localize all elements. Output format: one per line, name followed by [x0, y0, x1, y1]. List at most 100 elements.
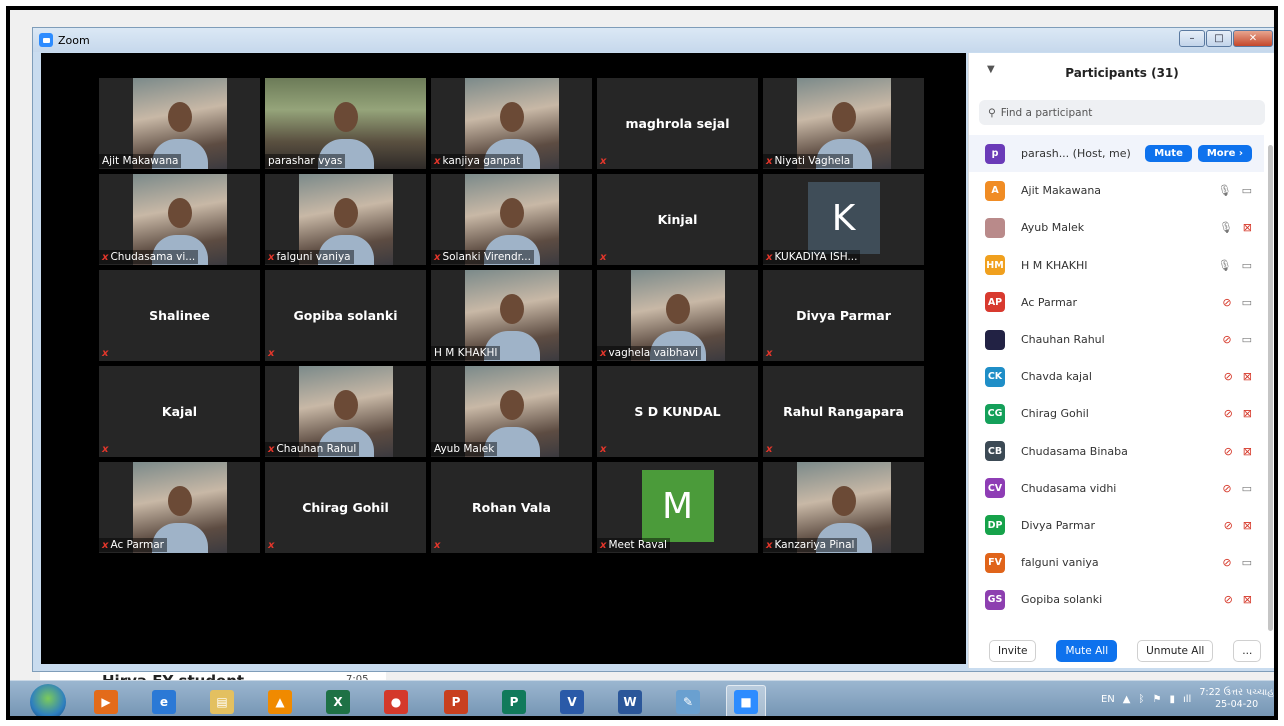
- tile-name: Chudasama vi...: [110, 251, 196, 263]
- tile-name-label: ⅹ: [431, 539, 443, 552]
- participant-row[interactable]: CG Chirag Gohil ⊘ ⊠: [969, 395, 1264, 432]
- video-tile[interactable]: H M KHAKHI: [431, 270, 592, 361]
- video-tile[interactable]: Kinjal ⅹ: [597, 174, 758, 265]
- microphone-muted-icon: ⊘: [1223, 518, 1233, 532]
- language-indicator[interactable]: EN: [1101, 694, 1115, 705]
- tile-name: kanjiya ganpat: [442, 155, 521, 167]
- participant-row[interactable]: CK Chavda kajal ⊘ ⊠: [969, 358, 1264, 395]
- taskbar-app[interactable]: ▤: [202, 685, 242, 716]
- taskbar-app[interactable]: P: [436, 685, 476, 716]
- camera-icon: ▭: [1241, 295, 1252, 309]
- tile-name-label: Ajit Makawana: [99, 154, 182, 168]
- video-tile[interactable]: Kajal ⅹ: [99, 366, 260, 457]
- tile-name-label: ⅹ: [597, 251, 609, 264]
- participant-row[interactable]: FV falguni vaniya ⊘ ▭: [969, 544, 1264, 581]
- tile-name-label: ⅹ falguni vaniya: [265, 250, 354, 264]
- video-tile[interactable]: parashar vyas: [265, 78, 426, 169]
- video-tile[interactable]: Gopiba solanki ⅹ: [265, 270, 426, 361]
- video-tile[interactable]: Kⅹ KUKADIYA ISH...: [763, 174, 924, 265]
- avatar: CV: [985, 478, 1005, 499]
- taskbar-app[interactable]: ▲: [260, 685, 300, 716]
- more-button[interactable]: More ›: [1197, 145, 1252, 163]
- clock[interactable]: 7:22 ઉત્તર પચ્ચાહ 25-04-20: [1199, 687, 1274, 711]
- video-tile[interactable]: ⅹ falguni vaniya: [265, 174, 426, 265]
- mic-muted-icon: ⅹ: [600, 539, 607, 551]
- video-tile[interactable]: Divya Parmar ⅹ: [763, 270, 924, 361]
- video-tile[interactable]: Mⅹ Meet Raval: [597, 462, 758, 553]
- taskbar-app[interactable]: ●: [376, 685, 416, 716]
- action-center-icon[interactable]: ⚑: [1153, 694, 1162, 705]
- more-options-button[interactable]: ...: [1233, 640, 1262, 662]
- battery-icon[interactable]: ▮: [1169, 694, 1175, 705]
- bluetooth-icon[interactable]: ᛒ: [1139, 694, 1145, 705]
- search-placeholder: Find a participant: [1000, 106, 1093, 119]
- taskbar-app[interactable]: e: [144, 685, 184, 716]
- participant-name: Chudasama Binaba: [1021, 444, 1128, 458]
- taskbar-app[interactable]: W: [610, 685, 650, 716]
- video-tile[interactable]: ⅹ Kanzariya Pinal: [763, 462, 924, 553]
- video-tile[interactable]: ⅹ vaghela vaibhavi: [597, 270, 758, 361]
- video-tile[interactable]: ⅹ Chauhan Rahul: [265, 366, 426, 457]
- panel-scrollbar[interactable]: [1268, 145, 1273, 631]
- mute-all-button[interactable]: Mute All: [1056, 640, 1118, 662]
- participant-row[interactable]: Chauhan Rahul ⊘ ▭: [969, 321, 1264, 358]
- tile-name-label: ⅹ: [597, 155, 609, 168]
- mic-muted-icon: ⅹ: [102, 539, 109, 551]
- participant-name: H M KHAKHI: [1021, 258, 1088, 272]
- tile-name-label: Ayub Malek: [431, 442, 498, 456]
- participant-row[interactable]: GS Gopiba solanki ⊘ ⊠: [969, 581, 1264, 618]
- minimize-button[interactable]: –: [1179, 30, 1205, 47]
- invite-button[interactable]: Invite: [989, 640, 1037, 662]
- search-input[interactable]: ⚲ Find a participant: [979, 100, 1265, 125]
- close-button[interactable]: ✕: [1233, 30, 1273, 47]
- maximize-button[interactable]: □: [1206, 30, 1232, 47]
- participant-row[interactable]: AP Ac Parmar ⊘ ▭: [969, 284, 1264, 321]
- tile-name-label: parashar vyas: [265, 154, 346, 168]
- mic-muted-icon: ⅹ: [600, 252, 607, 263]
- video-tile[interactable]: Rohan Vala ⅹ: [431, 462, 592, 553]
- participant-row[interactable]: A Ajit Makawana 🎙 ▭: [969, 172, 1264, 209]
- taskbar-app[interactable]: V: [552, 685, 592, 716]
- video-tile[interactable]: maghrola sejal ⅹ: [597, 78, 758, 169]
- paint-icon: ✎: [676, 690, 700, 714]
- participant-name: parash... (Host, me): [1021, 147, 1131, 161]
- video-tile[interactable]: ⅹ Ac Parmar: [99, 462, 260, 553]
- participant-display-name: Chirag Gohil: [302, 500, 389, 515]
- video-tile[interactable]: Chirag Gohil ⅹ: [265, 462, 426, 553]
- taskbar-app[interactable]: ▶: [86, 685, 126, 716]
- taskbar-app[interactable]: ■: [726, 685, 766, 716]
- video-tile[interactable]: ⅹ kanjiya ganpat: [431, 78, 592, 169]
- participant-row[interactable]: DP Divya Parmar ⊘ ⊠: [969, 507, 1264, 544]
- publisher-icon: P: [502, 690, 526, 714]
- title-bar[interactable]: Zoom – □ ✕: [33, 28, 1274, 52]
- start-button[interactable]: [30, 684, 66, 716]
- avatar: HM: [985, 255, 1005, 276]
- video-tile[interactable]: ⅹ Solanki Virendr...: [431, 174, 592, 265]
- mute-button[interactable]: Mute: [1145, 145, 1192, 163]
- participant-row[interactable]: CB Chudasama Binaba ⊘ ⊠: [969, 433, 1264, 470]
- taskbar-app[interactable]: ✎: [668, 685, 708, 716]
- collapse-chevron-icon[interactable]: ▼: [987, 64, 995, 75]
- video-tile[interactable]: Ayub Malek: [431, 366, 592, 457]
- participant-row[interactable]: CV Chudasama vidhi ⊘ ▭: [969, 470, 1264, 507]
- video-tile[interactable]: ⅹ Niyati Vaghela: [763, 78, 924, 169]
- video-tile[interactable]: Shalinee ⅹ: [99, 270, 260, 361]
- tile-name-label: ⅹ: [763, 443, 775, 456]
- participant-name: Divya Parmar: [1021, 518, 1095, 532]
- participant-host-row[interactable]: p parash... (Host, me) Mute More ›: [969, 135, 1264, 173]
- video-tile[interactable]: S D KUNDAL ⅹ: [597, 366, 758, 457]
- video-tile[interactable]: ⅹ Chudasama vi...: [99, 174, 260, 265]
- taskbar-app[interactable]: P: [494, 685, 534, 716]
- video-tile[interactable]: Rahul Rangapara ⅹ: [763, 366, 924, 457]
- clock-date: 25-04-20: [1215, 699, 1259, 710]
- signal-icon[interactable]: ıll: [1183, 694, 1191, 705]
- taskbar: ▶ e ▤ ▲ X ● P P V W ✎ ■ EN ▲ ᛒ ⚑ ▮ ıll 7:22 ઉત્તર પ…: [10, 680, 1274, 716]
- tile-name-label: ⅹ: [597, 443, 609, 456]
- unmute-all-button[interactable]: Unmute All: [1137, 640, 1214, 662]
- video-tile[interactable]: Ajit Makawana: [99, 78, 260, 169]
- taskbar-app[interactable]: X: [318, 685, 358, 716]
- participant-row[interactable]: Ayub Malek 🎙 ⊠: [969, 209, 1264, 246]
- tile-name: Meet Raval: [608, 539, 667, 551]
- tray-expand-icon[interactable]: ▲: [1123, 694, 1131, 705]
- participant-row[interactable]: HM H M KHAKHI 🎙 ▭: [969, 247, 1264, 284]
